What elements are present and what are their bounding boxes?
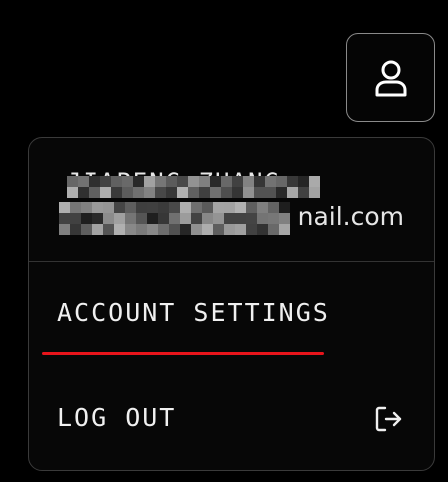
active-item-underline [42, 352, 324, 355]
account-settings-item[interactable]: ACCOUNT SETTINGS [29, 298, 434, 327]
logout-icon [375, 406, 402, 432]
user-info: JIAPENG ZHANG nail.com [29, 138, 434, 262]
redacted-email [59, 202, 290, 235]
log-out-label: LOG OUT [57, 403, 177, 432]
user-email: nail.com [297, 202, 404, 231]
redacted-name [67, 176, 320, 198]
user-menu-button[interactable] [346, 33, 435, 122]
user-icon [375, 60, 406, 96]
page: JIAPENG ZHANG nail.com ACCOUNT SETTINGS … [0, 0, 448, 482]
user-dropdown-menu: JIAPENG ZHANG nail.com ACCOUNT SETTINGS … [28, 137, 435, 471]
account-settings-label: ACCOUNT SETTINGS [57, 298, 330, 327]
